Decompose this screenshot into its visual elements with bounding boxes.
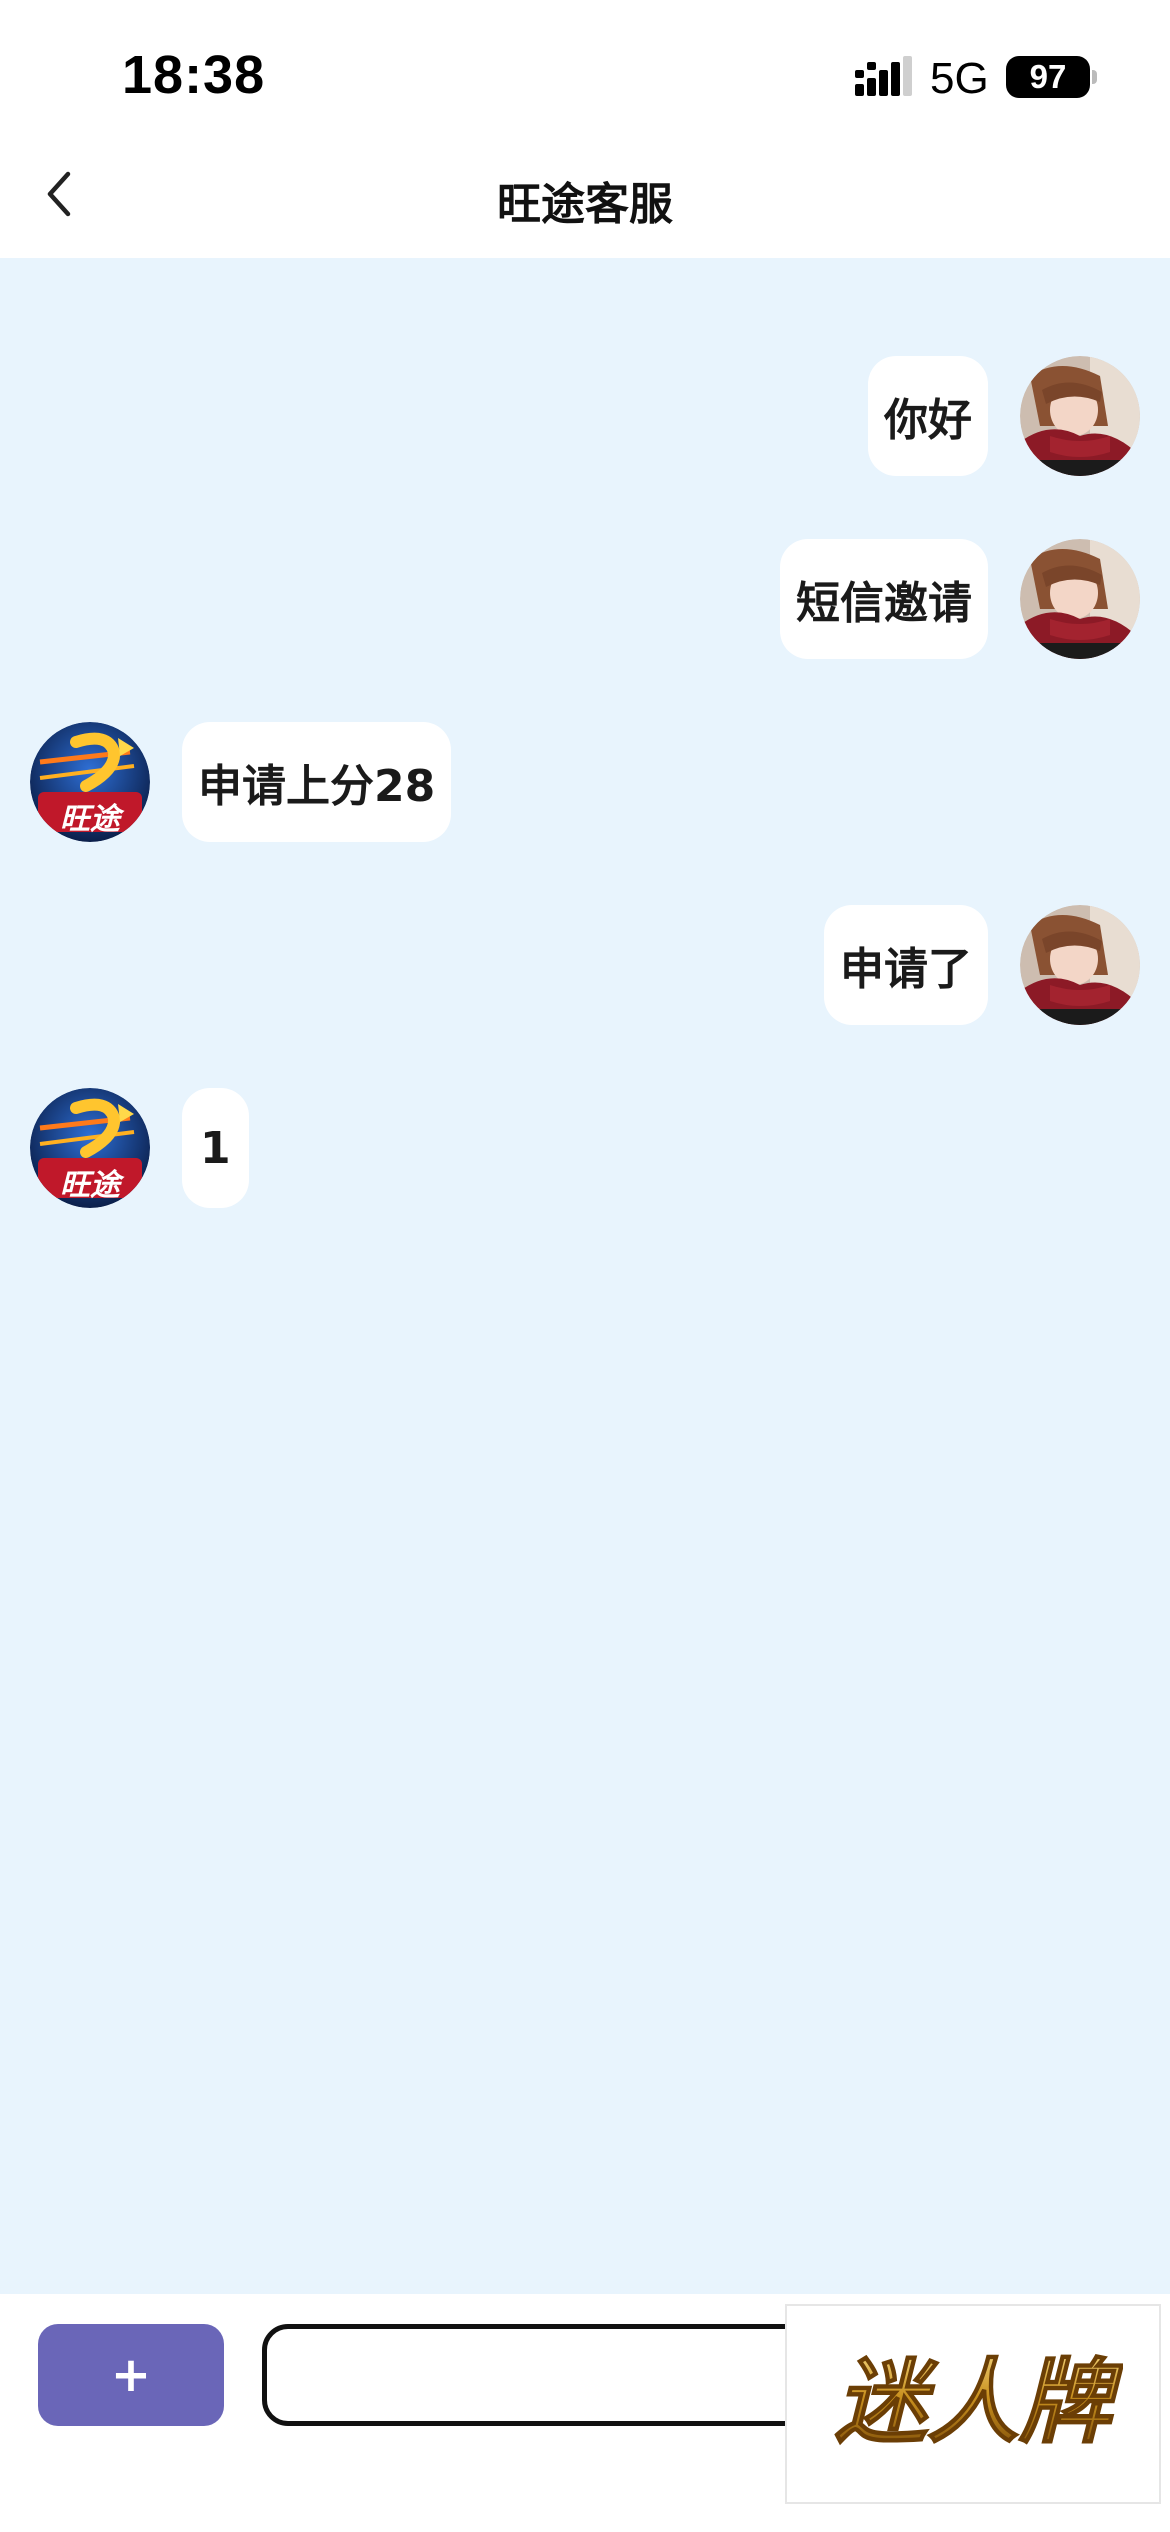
agent-avatar[interactable]: 旺途 (30, 722, 150, 842)
agent-message-bubble[interactable]: 1 (182, 1088, 249, 1208)
user-photo-icon (1020, 905, 1140, 1025)
message-text: 1 (200, 1122, 231, 1174)
user-message-bubble[interactable]: 申请了 (824, 905, 988, 1025)
composer-bar: + 迷人牌 (0, 2294, 1170, 2532)
user-avatar[interactable] (1020, 356, 1140, 476)
user-message-bubble[interactable]: 短信邀请 (780, 539, 988, 659)
user-photo-icon (1020, 539, 1140, 659)
agent-avatar[interactable]: 旺途 (30, 1088, 150, 1208)
nav-header: 旺途客服 (0, 150, 1170, 258)
network-label: 5G (930, 54, 989, 103)
svg-text:迷人牌: 迷人牌 (835, 2349, 1123, 2456)
message-text: 短信邀请 (796, 578, 972, 629)
agent-avatar-text: 旺途 (60, 1168, 120, 1203)
battery-level: 97 (1029, 58, 1067, 95)
message-text: 你好 (884, 395, 972, 446)
signal-icon (855, 56, 912, 96)
watermark-logo: 迷人牌 (785, 2304, 1161, 2504)
battery-icon: 97 (1006, 56, 1090, 98)
agent-message-bubble[interactable]: 申请上分28 (182, 722, 452, 842)
plus-button[interactable]: + (38, 2324, 224, 2426)
user-avatar[interactable] (1020, 539, 1140, 659)
battery-cap (1092, 70, 1097, 84)
message-text: 申请了 (840, 944, 972, 995)
status-bar: 18:38 5G 97 (0, 0, 1170, 150)
agent-avatar-text: 旺途 (60, 802, 120, 837)
message-input[interactable] (262, 2324, 862, 2426)
chat-area[interactable]: 你好 短信邀请 旺途 申请上分28 申请了 旺途 1 (0, 258, 1170, 2294)
watermark-image: 迷人牌 (834, 2348, 1123, 2457)
user-photo-icon (1020, 356, 1140, 476)
page-title: 旺途客服 (497, 179, 673, 230)
user-avatar[interactable] (1020, 905, 1140, 1025)
message-text: 申请上分28 (198, 761, 436, 812)
status-time: 18:38 (122, 45, 266, 105)
user-message-bubble[interactable]: 你好 (868, 356, 988, 476)
